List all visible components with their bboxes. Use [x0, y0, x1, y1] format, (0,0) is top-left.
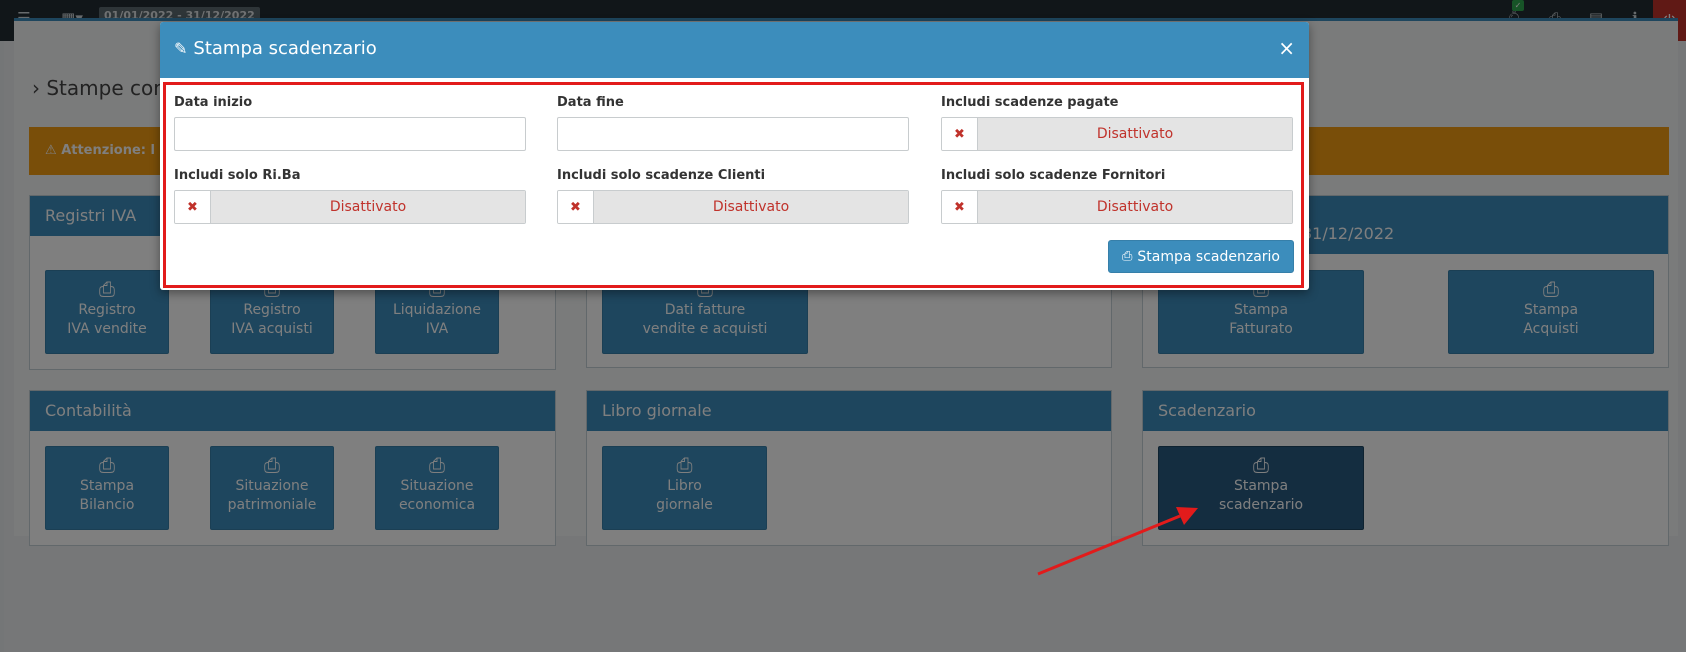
toggle-value: Disattivato [978, 191, 1292, 223]
button-label: Stampa scadenzario [1137, 248, 1280, 265]
field-solo-fornitori: Includi solo scadenze Fornitori ✖ Disatt… [941, 168, 1293, 224]
includi-pagate-toggle[interactable]: ✖ Disattivato [941, 117, 1293, 151]
toggle-value: Disattivato [978, 118, 1292, 150]
field-label: Includi solo scadenze Clienti [557, 168, 766, 183]
modal-header: ✎ Stampa scadenzario × [160, 22, 1309, 78]
pencil-icon: ✎ [174, 39, 188, 58]
field-label: Data inizio [174, 95, 253, 110]
close-icon: ✖ [942, 191, 978, 223]
toggle-value: Disattivato [594, 191, 908, 223]
close-icon: ✖ [558, 191, 594, 223]
field-label: Includi solo scadenze Fornitori [941, 168, 1166, 183]
print-icon: ⎙ [1122, 249, 1133, 264]
solo-clienti-toggle[interactable]: ✖ Disattivato [557, 190, 909, 224]
toggle-value: Disattivato [211, 191, 525, 223]
modal-title-text: Stampa scadenzario [193, 38, 377, 59]
data-fine-input[interactable] [557, 117, 909, 151]
field-solo-riba: Includi solo Ri.Ba ✖ Disattivato [174, 168, 526, 224]
solo-fornitori-toggle[interactable]: ✖ Disattivato [941, 190, 1293, 224]
field-data-inizio: Data inizio [174, 95, 526, 151]
field-solo-clienti: Includi solo scadenze Clienti ✖ Disattiv… [557, 168, 909, 224]
field-label: Includi solo Ri.Ba [174, 168, 301, 183]
stampa-scadenzario-button[interactable]: ⎙ Stampa scadenzario [1108, 240, 1294, 273]
data-inizio-input[interactable] [174, 117, 526, 151]
close-icon[interactable]: × [1278, 36, 1295, 60]
modal-title: ✎ Stampa scadenzario [174, 38, 377, 59]
field-label: Includi scadenze pagate [941, 95, 1119, 110]
stampa-scadenzario-modal: ✎ Stampa scadenzario × Data inizio Data f… [160, 22, 1309, 290]
field-includi-pagate: Includi scadenze pagate ✖ Disattivato [941, 95, 1293, 151]
field-data-fine: Data fine [557, 95, 909, 151]
field-label: Data fine [557, 95, 624, 110]
solo-riba-toggle[interactable]: ✖ Disattivato [174, 190, 526, 224]
close-icon: ✖ [942, 118, 978, 150]
close-icon: ✖ [175, 191, 211, 223]
